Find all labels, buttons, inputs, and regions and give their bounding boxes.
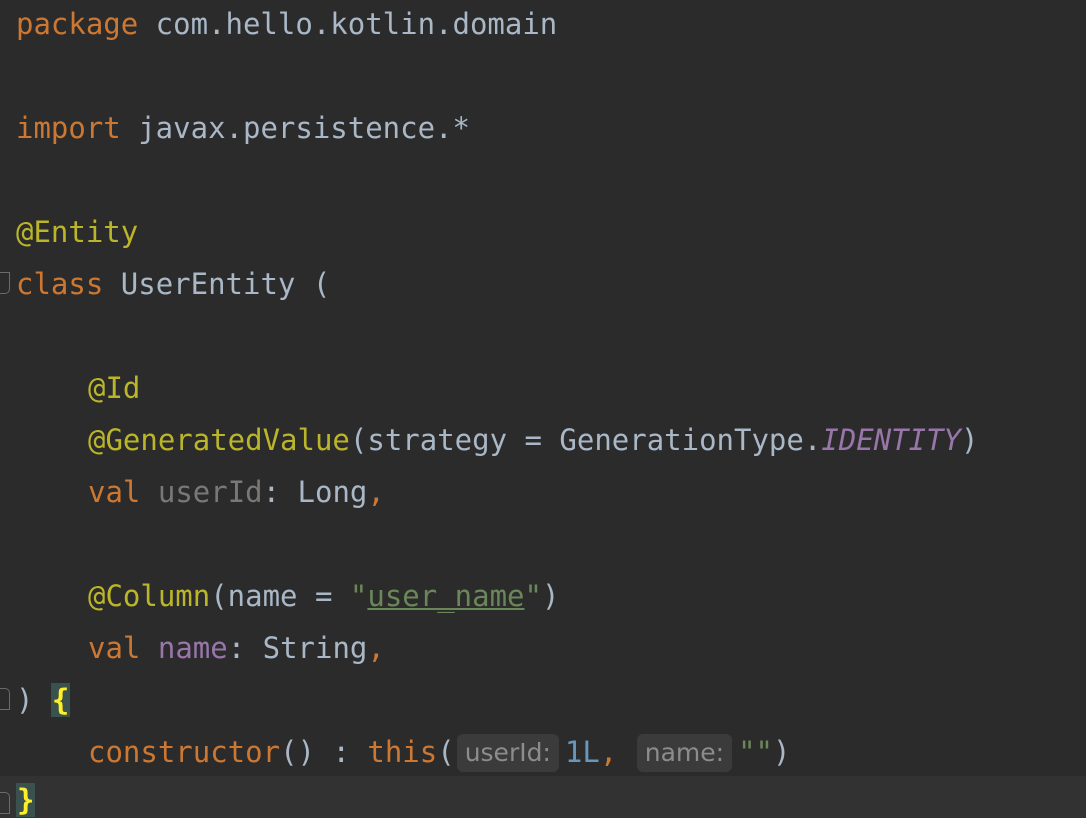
keyword: import: [16, 111, 121, 145]
import-path: javax.persistence.*: [120, 111, 470, 145]
number-literal: 1L: [564, 735, 600, 769]
annotation: @GeneratedValue: [88, 423, 350, 457]
constructor-signature: () :: [280, 735, 368, 769]
code-line-import: import javax.persistence.*: [16, 102, 470, 154]
keyword: package: [16, 7, 139, 41]
code-line-column-annotation: @Column(name = "user_name"): [88, 570, 559, 622]
quote: ": [349, 579, 368, 613]
close-paren: ): [16, 683, 51, 717]
property-type: : Long: [262, 475, 368, 509]
property-name: name: [157, 631, 228, 665]
code-line-class-declaration: class UserEntity (: [16, 258, 330, 310]
code-line-class-body-close: }: [16, 774, 36, 818]
property-name: userId: [157, 475, 263, 509]
comma: ,: [599, 735, 618, 769]
code-line-generated-value: @GeneratedValue(strategy = GenerationTyp…: [88, 414, 978, 466]
quote: ": [524, 579, 542, 613]
parameter-hint[interactable]: name:: [636, 734, 733, 772]
code-line-entity-annotation: @Entity: [16, 206, 138, 258]
fold-start-icon[interactable]: [0, 272, 10, 294]
open-paren: (: [437, 735, 455, 769]
fold-end-icon[interactable]: [0, 688, 10, 710]
annotation: @Column: [88, 579, 211, 613]
string-literal: "": [738, 735, 773, 769]
close-paren: ): [773, 735, 791, 769]
close-paren: ): [541, 579, 560, 613]
enum-constant: IDENTITY: [821, 423, 961, 457]
code-line-constructor: constructor() : this(userId: 1L, name: ""): [88, 726, 790, 778]
parameter-hint[interactable]: userId:: [456, 734, 559, 772]
this-keyword: this: [367, 735, 438, 769]
annotation: @Id: [88, 371, 141, 405]
code-line-id-annotation: @Id: [88, 362, 140, 414]
keyword: val: [88, 475, 141, 509]
current-line-highlight: [0, 776, 1086, 818]
keyword: constructor: [88, 735, 281, 769]
annotation-args: (strategy = GenerationType.: [349, 423, 822, 457]
code-editor[interactable]: package com.hello.kotlin.domain import j…: [0, 0, 1086, 818]
comma: ,: [367, 631, 385, 665]
annotation-args: (name =: [210, 579, 350, 613]
code-line-class-body-open: ) {: [16, 674, 71, 726]
code-line-userid-property: val userId: Long,: [88, 466, 385, 518]
code-line-name-property: val name: String,: [88, 622, 385, 674]
class-name: UserEntity (: [103, 267, 331, 301]
code-line-package: package com.hello.kotlin.domain: [16, 0, 557, 50]
matched-brace: {: [50, 683, 71, 717]
annotation: @Entity: [16, 215, 139, 249]
comma: ,: [367, 475, 385, 509]
close-paren: ): [961, 423, 979, 457]
string-literal: user_name: [367, 579, 525, 613]
matched-brace: }: [16, 783, 36, 817]
fold-end-icon[interactable]: [0, 792, 10, 814]
keyword: class: [16, 267, 104, 301]
package-path: com.hello.kotlin.domain: [138, 7, 558, 41]
keyword: val: [88, 631, 141, 665]
property-type: : String: [227, 631, 368, 665]
